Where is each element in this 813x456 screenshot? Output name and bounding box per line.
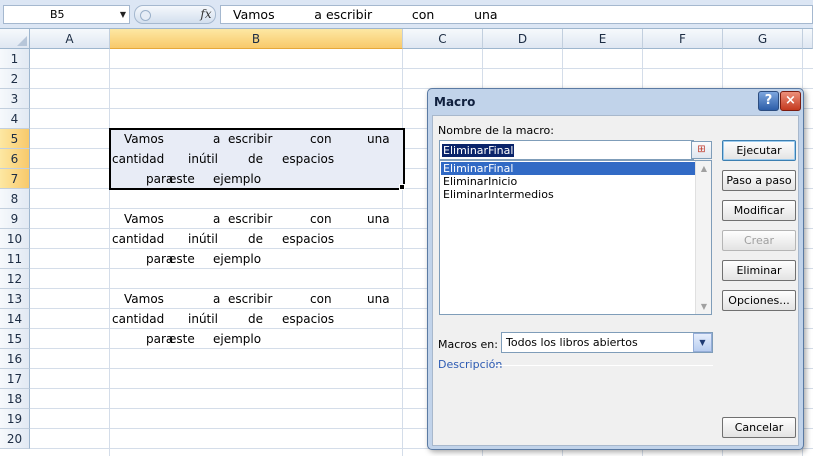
cell-b9-word: una: [367, 212, 390, 226]
scroll-up-icon[interactable]: ▲: [696, 161, 712, 176]
select-all-corner[interactable]: [0, 29, 30, 49]
step-into-button[interactable]: Paso a paso: [722, 170, 796, 191]
formula-input[interactable]: Vamos a escribir con una: [220, 5, 813, 24]
row-header-17[interactable]: 17: [0, 369, 30, 389]
row-header-15[interactable]: 15: [0, 329, 30, 349]
column-header-d[interactable]: D: [483, 29, 563, 49]
description-divider: [495, 365, 713, 366]
cell-b13-word: una: [367, 292, 390, 306]
delete-button[interactable]: Eliminar: [722, 260, 796, 281]
edit-button[interactable]: Modificar: [722, 200, 796, 221]
column-header-h[interactable]: [803, 29, 813, 49]
active-selection-border: [109, 128, 405, 190]
macro-dialog: Macro ? × Nombre de la macro: EliminarFi…: [427, 88, 804, 450]
macro-list-item[interactable]: EliminarIntermedios: [441, 188, 695, 201]
row-header-18[interactable]: 18: [0, 389, 30, 409]
formula-bar: B5 ▼ fx Vamos a escribir con una: [0, 0, 813, 29]
name-box[interactable]: B5: [3, 5, 130, 24]
cell-b13-word: a: [213, 292, 221, 306]
cell-b9-word: con: [310, 212, 332, 226]
cell-b14-word: de: [248, 312, 263, 326]
row-header-12[interactable]: 12: [0, 269, 30, 289]
cell-b11-word: ejemplo: [213, 252, 262, 266]
chevron-down-icon[interactable]: ▼: [693, 333, 712, 352]
cell-b13-word: escribir: [228, 292, 273, 306]
cell-b14-word: espacios: [282, 312, 335, 326]
row-header-6[interactable]: 6: [0, 149, 30, 169]
select-all-icon: [17, 36, 27, 46]
cell-b15-word: ejemplo: [213, 332, 262, 346]
cell-b13-word: Vamos: [124, 292, 164, 306]
row-header-5[interactable]: 5: [0, 129, 30, 149]
row-header-9[interactable]: 9: [0, 209, 30, 229]
column-header-c[interactable]: C: [403, 29, 483, 49]
column-header-e[interactable]: E: [563, 29, 643, 49]
cell-b9-word: a: [213, 212, 221, 226]
macro-name-value: EliminarFinal: [442, 144, 515, 157]
macros-in-label: Macros en:: [438, 338, 498, 351]
cell-b14-word: inútil: [188, 312, 218, 326]
macro-list-scrollbar[interactable]: ▲ ▼: [695, 161, 711, 314]
column-header-a[interactable]: A: [30, 29, 110, 49]
cell-b9-word: Vamos: [124, 212, 164, 226]
row-header-19[interactable]: 19: [0, 409, 30, 429]
dialog-body: Nombre de la macro: EliminarFinal ⊞ Elim…: [432, 115, 799, 446]
cancel-button[interactable]: Cancelar: [722, 417, 796, 438]
macro-list-item[interactable]: EliminarFinal: [441, 162, 695, 175]
row-header-1[interactable]: 1: [0, 49, 30, 69]
cell-b11-word: este: [169, 252, 195, 266]
column-gridline: [109, 49, 110, 456]
column-header-g[interactable]: G: [723, 29, 803, 49]
insert-function-icon[interactable]: fx: [196, 5, 216, 24]
help-button[interactable]: ?: [758, 91, 779, 111]
cell-b14-word: cantidad: [112, 312, 165, 326]
row-header-8[interactable]: 8: [0, 189, 30, 209]
cell-b10-word: de: [248, 232, 263, 246]
macros-in-select[interactable]: Todos los libros abiertos: [501, 332, 713, 353]
run-button[interactable]: Ejecutar: [722, 140, 796, 161]
cell-b10-word: inútil: [188, 232, 218, 246]
cell-b9-word: escribir: [228, 212, 273, 226]
macro-list-item[interactable]: EliminarInicio: [441, 175, 695, 188]
row-header-20[interactable]: 20: [0, 429, 30, 449]
row-header-4[interactable]: 4: [0, 109, 30, 129]
row-header-3[interactable]: 3: [0, 89, 30, 109]
create-button[interactable]: Crear: [722, 230, 796, 251]
cell-b10-word: espacios: [282, 232, 335, 246]
description-label: Descripción: [438, 358, 503, 371]
row-header-2[interactable]: 2: [0, 69, 30, 89]
dialog-title: Macro: [434, 95, 476, 109]
cell-b13-word: con: [310, 292, 332, 306]
row-header-14[interactable]: 14: [0, 309, 30, 329]
row-header-7[interactable]: 7: [0, 169, 30, 189]
row-gridline: [30, 68, 813, 69]
collapse-dialog-icon[interactable]: ⊞: [691, 141, 712, 159]
column-header-f[interactable]: F: [643, 29, 723, 49]
description-text: [438, 374, 713, 414]
column-gridline: [402, 49, 403, 456]
fill-handle[interactable]: [399, 184, 405, 190]
column-header-b[interactable]: B: [110, 29, 403, 49]
cell-b10-word: cantidad: [112, 232, 165, 246]
cell-b15-word: este: [169, 332, 195, 346]
row-header-13[interactable]: 13: [0, 289, 30, 309]
options-button[interactable]: Opciones...: [722, 290, 796, 311]
row-header-10[interactable]: 10: [0, 229, 30, 249]
row-header-11[interactable]: 11: [0, 249, 30, 269]
macro-name-label: Nombre de la macro:: [438, 124, 554, 137]
row-header-16[interactable]: 16: [0, 349, 30, 369]
close-button[interactable]: ×: [780, 91, 801, 111]
macro-list[interactable]: EliminarFinal EliminarInicio EliminarInt…: [439, 160, 712, 315]
name-box-dropdown-icon[interactable]: ▼: [116, 5, 130, 24]
grip-dot-icon: [140, 10, 151, 21]
macro-name-input[interactable]: EliminarFinal: [439, 140, 694, 160]
scroll-down-icon[interactable]: ▼: [696, 299, 712, 314]
